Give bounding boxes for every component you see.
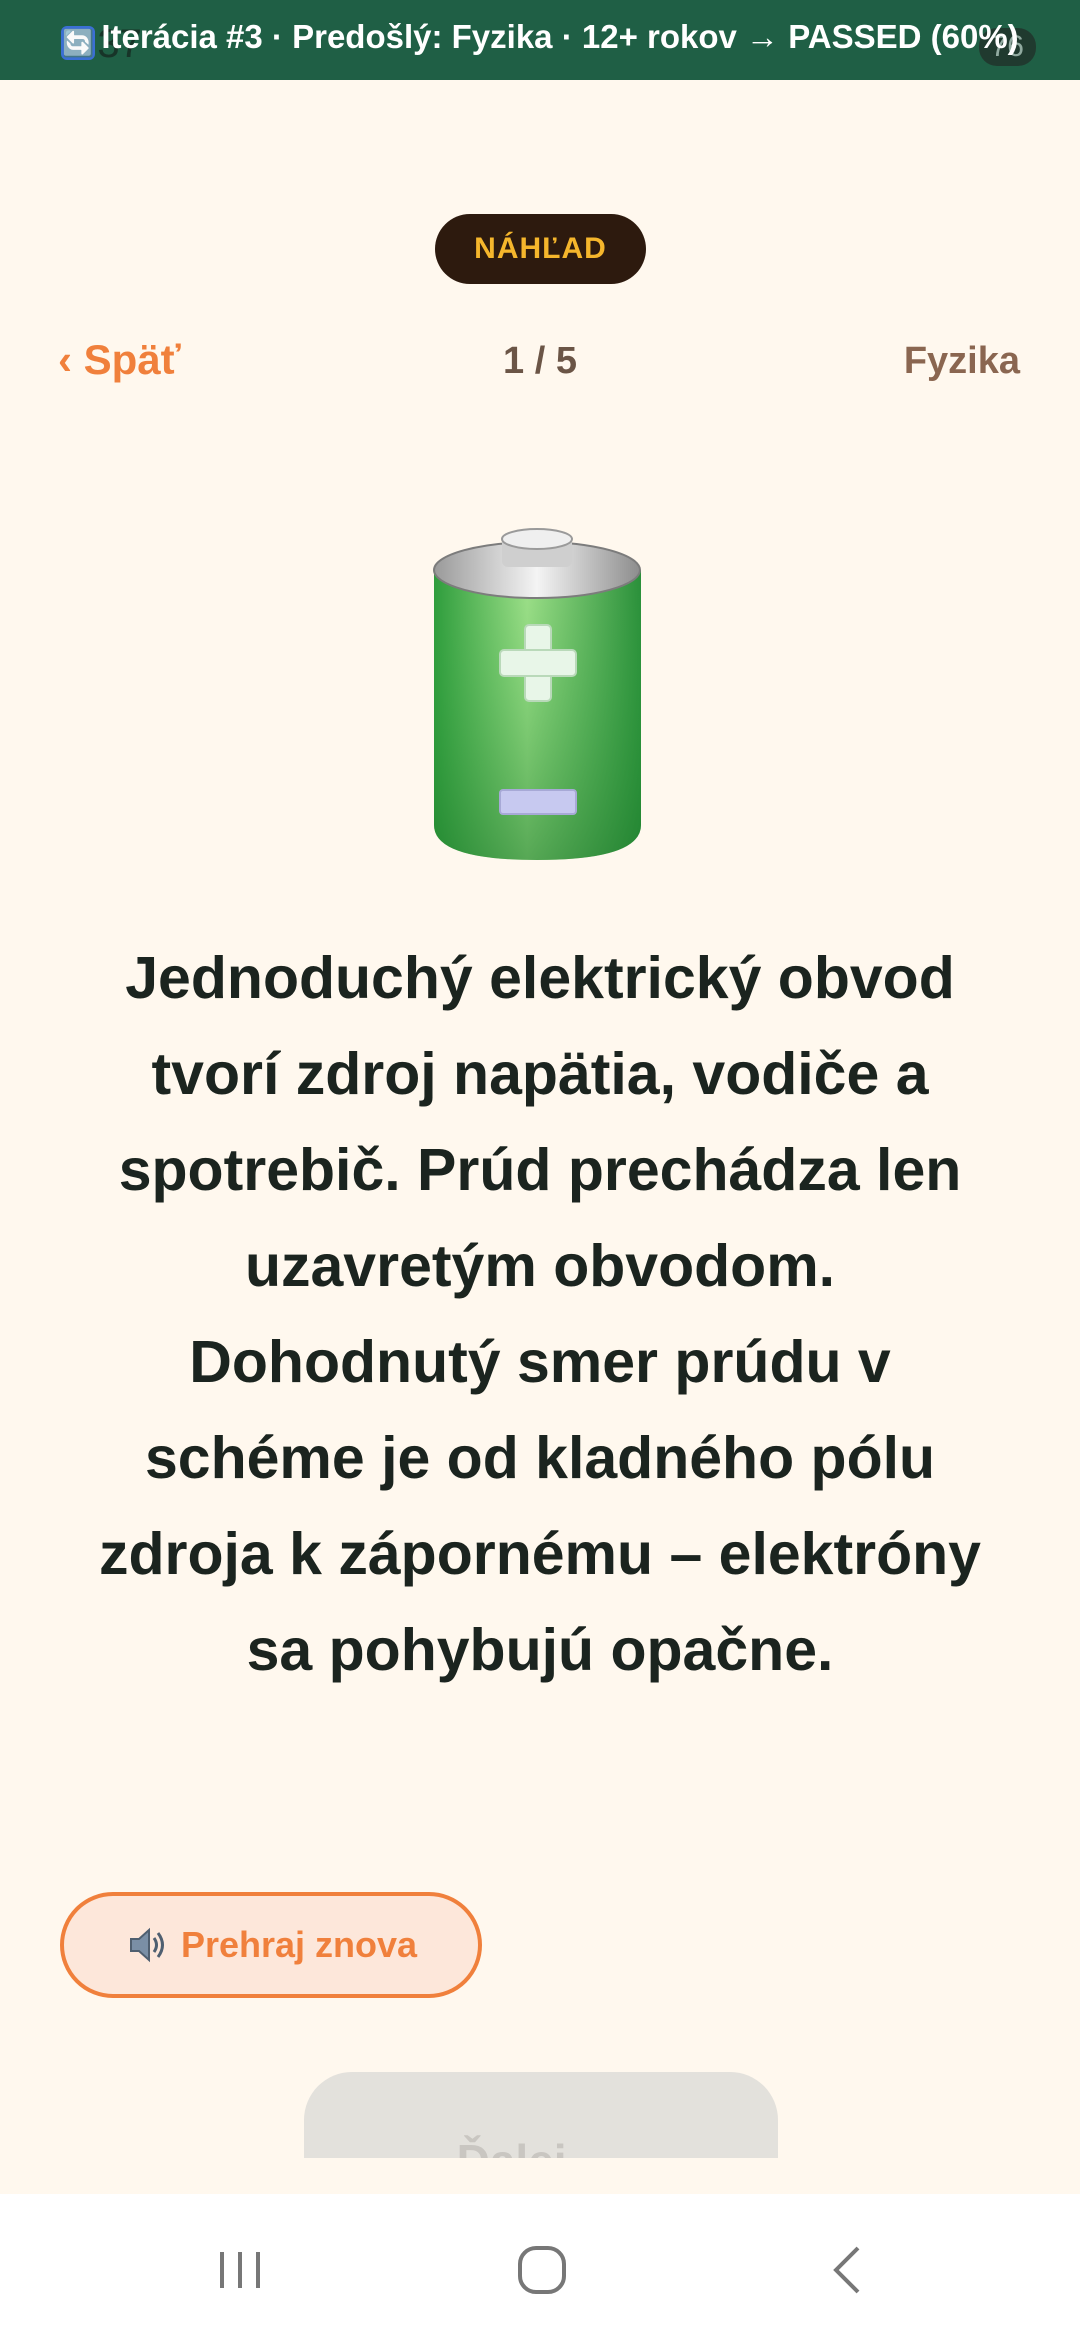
- banner-text: Iterácia #3 · Predošlý: Fyzika · 12+ rok…: [101, 18, 1019, 55]
- subject-label: Fyzika: [903, 340, 1020, 382]
- recent-apps-icon[interactable]: [210, 2240, 270, 2300]
- system-navbar: [0, 2194, 1080, 2340]
- lesson-text: Jednoduchý elektrický obvod tvorí zdroj …: [99, 945, 981, 1683]
- speaker-icon: [129, 1927, 164, 1963]
- preview-badge: NÁHĽAD: [435, 214, 646, 284]
- replay-button[interactable]: Prehraj znova: [60, 1892, 482, 1998]
- home-icon[interactable]: [512, 2240, 572, 2300]
- replay-label: Prehraj znova: [180, 1924, 418, 1965]
- content-fade: [0, 2158, 1080, 2194]
- banner-message: 🔄 Iterácia #3 · Predošlý: Fyzika · 12+ ro…: [0, 18, 1080, 60]
- refresh-icon: 🔄: [61, 26, 96, 60]
- battery-icon: [433, 528, 641, 860]
- iteration-banner: 4:37 76 🔄 Iterácia #3 · Predošlý: Fyzika …: [0, 0, 1080, 80]
- back-icon[interactable]: [818, 2240, 878, 2300]
